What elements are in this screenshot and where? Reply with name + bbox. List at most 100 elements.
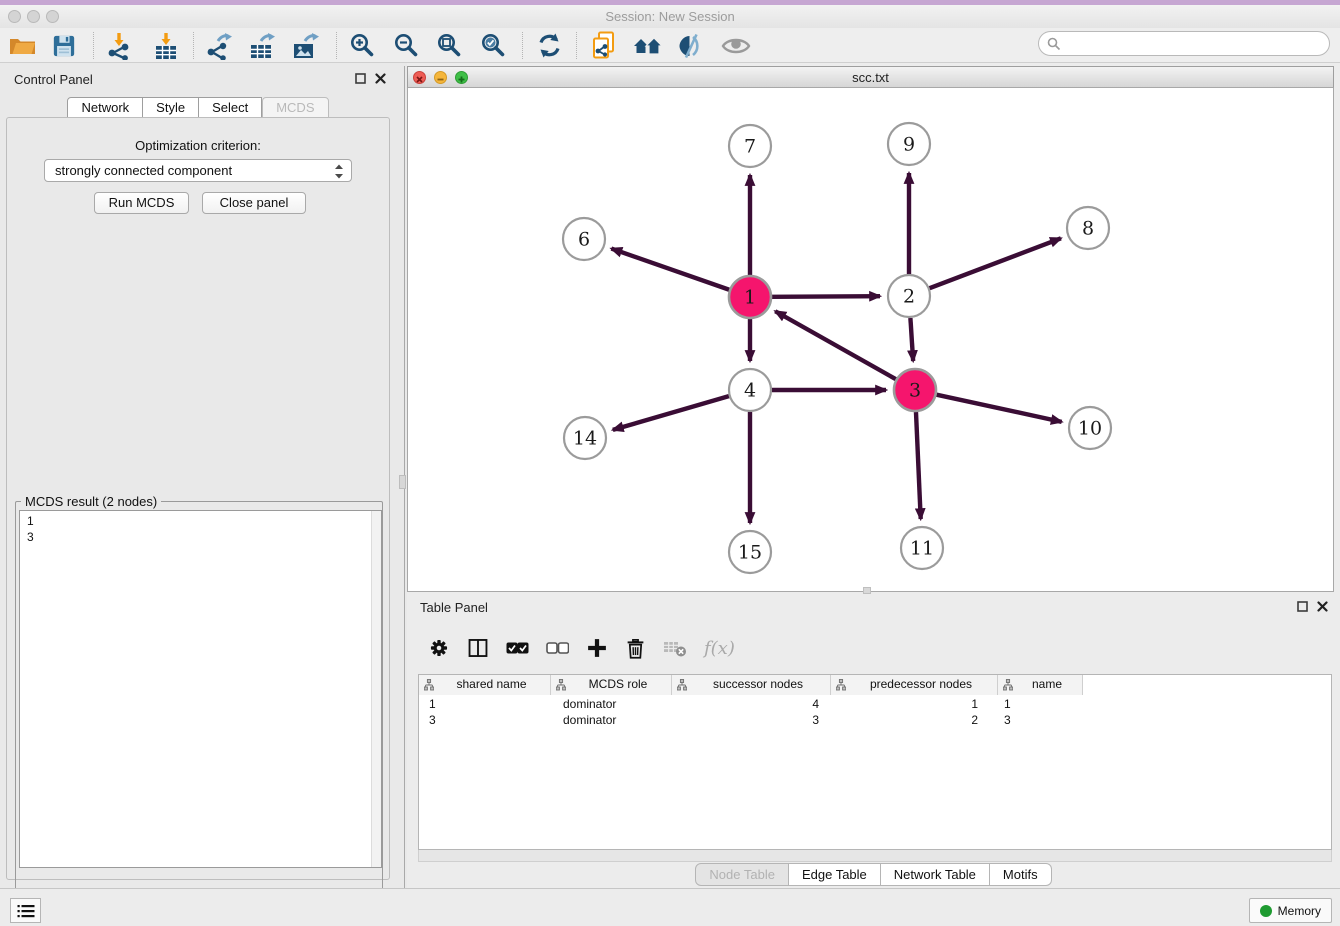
zoom-in-icon (349, 32, 376, 59)
table-row[interactable]: 3dominator323 (419, 713, 1331, 729)
import-table-button[interactable] (150, 30, 182, 61)
function-builder-button[interactable]: f(x) (704, 638, 735, 659)
open-session-button[interactable] (6, 30, 38, 61)
tab-motifs[interactable]: Motifs (990, 863, 1052, 886)
network-canvas[interactable]: 7968124314101511 (407, 88, 1334, 592)
zoom-out-icon (393, 32, 420, 59)
graph-node-label-11: 11 (910, 538, 934, 560)
list-icon (17, 904, 35, 918)
houses-icon (633, 34, 663, 58)
create-column-button[interactable] (586, 637, 608, 659)
delete-table-button[interactable] (663, 639, 687, 657)
tab-style[interactable]: Style (143, 97, 199, 118)
edge-4-14[interactable] (613, 396, 729, 430)
table-row[interactable]: 1dominator411 (419, 697, 1331, 713)
edge-2-8[interactable] (930, 238, 1061, 288)
zoom-selected-button[interactable] (477, 30, 509, 61)
zoom-out-button[interactable] (390, 30, 422, 61)
tab-network[interactable]: Network (67, 97, 143, 118)
export-image-button[interactable] (289, 30, 321, 61)
main-toolbar (0, 28, 1340, 63)
column-header-MCDS-role[interactable]: MCDS role (551, 675, 672, 695)
mcds-result-text[interactable]: 1 3 (19, 510, 382, 868)
edge-1-2[interactable] (772, 296, 880, 297)
delete-column-button[interactable] (625, 637, 646, 660)
deselect-all-rows-button[interactable] (546, 641, 569, 655)
table-cell[interactable]: 1 (419, 697, 551, 713)
search-icon (1047, 37, 1061, 51)
column-header-successor-nodes[interactable]: successor nodes (672, 675, 831, 695)
mcds-result-scrollbar[interactable] (371, 511, 381, 867)
edge-3-1[interactable] (775, 311, 896, 379)
show-home-button[interactable] (632, 30, 664, 61)
zoom-in-button[interactable] (346, 30, 378, 61)
select-all-rows-button[interactable] (506, 641, 529, 655)
splitter-handle[interactable] (399, 475, 406, 489)
refresh-button[interactable] (533, 30, 565, 61)
table-cell[interactable]: 3 (419, 713, 551, 729)
tab-select[interactable]: Select (199, 97, 262, 118)
hide-details-eye-icon (677, 33, 705, 59)
table-cell[interactable]: 3 (672, 713, 831, 729)
float-panel-icon[interactable] (1297, 601, 1308, 612)
edge-3-10[interactable] (936, 395, 1061, 422)
float-panel-icon[interactable] (355, 73, 366, 84)
toolbar-separator (576, 32, 577, 59)
tab-network-table[interactable]: Network Table (881, 863, 990, 886)
hide-graphics-details-button[interactable] (675, 30, 707, 61)
column-header-predecessor-nodes[interactable]: predecessor nodes (831, 675, 998, 695)
table-cell[interactable]: 2 (831, 713, 998, 729)
graph-node-label-7: 7 (744, 136, 756, 158)
memory-button[interactable]: Memory (1249, 898, 1332, 923)
table-cell[interactable]: dominator (551, 713, 672, 729)
zoom-fit-button[interactable] (433, 30, 465, 61)
clone-network-button[interactable] (588, 30, 620, 61)
save-session-button[interactable] (48, 30, 80, 61)
import-network-button[interactable] (103, 30, 135, 61)
toggle-table-panel-button[interactable] (467, 637, 489, 659)
graph-node-label-9: 9 (903, 134, 915, 156)
mac-titlebar: Session: New Session (0, 5, 1340, 28)
export-table-button[interactable] (246, 30, 278, 61)
memory-status-icon (1260, 905, 1272, 917)
graph-node-label-1: 1 (744, 287, 756, 309)
column-header-shared-name[interactable]: shared name (419, 675, 551, 695)
import-network-icon (105, 32, 133, 60)
table-cell[interactable]: 1 (998, 697, 1083, 713)
table-cell[interactable]: 4 (672, 697, 831, 713)
table-cell[interactable]: dominator (551, 697, 672, 713)
close-panel-button[interactable]: Close panel (202, 192, 306, 214)
run-mcds-button[interactable]: Run MCDS (94, 192, 189, 214)
network-title: scc.txt (408, 70, 1333, 85)
network-graph: 7968124314101511 (408, 88, 1333, 590)
graph-node-label-15: 15 (738, 542, 762, 564)
panel-splitter[interactable] (396, 63, 407, 888)
table-settings-button[interactable] (428, 637, 450, 659)
search-field[interactable] (1038, 31, 1330, 56)
network-window-titlebar[interactable]: scc.txt (407, 66, 1334, 88)
export-table-icon (248, 32, 276, 60)
export-network-button[interactable] (202, 30, 234, 61)
export-image-icon (291, 32, 319, 60)
close-panel-icon[interactable] (1317, 601, 1328, 612)
tab-node-table[interactable]: Node Table (695, 863, 789, 886)
tab-mcds[interactable]: MCDS (262, 97, 328, 118)
canvas-resize-handle[interactable] (863, 587, 871, 594)
birds-eye-view-button[interactable] (720, 30, 752, 61)
table-cell[interactable]: 1 (831, 697, 998, 713)
clone-network-icon (590, 31, 618, 61)
edge-3-11[interactable] (916, 412, 921, 519)
table-cell[interactable]: 3 (998, 713, 1083, 729)
task-history-button[interactable] (10, 898, 41, 923)
mcds-result-box: MCDS result (2 nodes) 1 3 (15, 494, 383, 926)
import-table-icon (152, 32, 180, 60)
column-header-name[interactable]: name (998, 675, 1083, 695)
optimization-criterion-select[interactable]: strongly connected component (44, 159, 352, 182)
edge-1-6[interactable] (611, 249, 729, 290)
close-panel-icon[interactable] (375, 73, 386, 84)
search-input[interactable] (1061, 34, 1329, 54)
edge-2-3[interactable] (910, 318, 913, 361)
optimization-criterion-label: Optimization criterion: (0, 138, 396, 153)
node-table[interactable]: shared nameMCDS rolesuccessor nodesprede… (418, 674, 1332, 850)
tab-edge-table[interactable]: Edge Table (789, 863, 881, 886)
